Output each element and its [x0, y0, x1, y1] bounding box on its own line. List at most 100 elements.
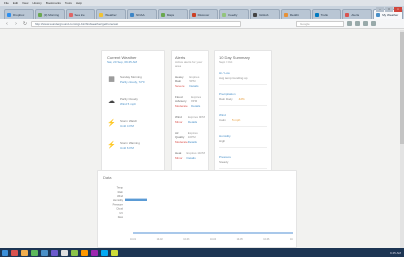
alert-name: Air Quality: [175, 131, 185, 139]
menu-item-help[interactable]: Help: [76, 1, 82, 5]
menu-item-tools[interactable]: Tools: [65, 1, 72, 5]
weather-row[interactable]: ⚡ Storm Warning Until 6 PM: [107, 138, 159, 152]
taskbar-app-icon[interactable]: [51, 249, 58, 256]
alert-name: Flood Advisory: [175, 95, 187, 103]
summary-item[interactable]: Wind Calm 5 mph: [219, 113, 267, 127]
taskbar-app-icon[interactable]: [81, 249, 88, 256]
start-button[interactable]: [2, 249, 8, 256]
data-chart: TempRainWindHumidityPressureCloudUVDew 10…: [113, 186, 297, 241]
taskbar-app-icon[interactable]: [111, 249, 118, 256]
summary-label: Pressure: [219, 155, 232, 159]
summary-value-text: High: [219, 139, 226, 143]
browser-tab[interactable]: Alerts: [342, 9, 373, 19]
browser-tab[interactable]: Sea Ice: [65, 9, 96, 19]
tab-label: Sea Ice: [74, 12, 85, 17]
download-icon[interactable]: [355, 21, 360, 26]
chart-x-tick: 10-04: [210, 238, 217, 241]
browser-tab[interactable]: Reddit: [280, 9, 311, 19]
taskbar-app-icon[interactable]: [41, 249, 48, 256]
alert-details-link[interactable]: Details: [188, 120, 205, 124]
alert-severity: Moderate: [175, 104, 188, 108]
weather-row-title: Storm Warning: [120, 140, 140, 145]
weather-row-detail: Until 6 PM: [120, 145, 134, 150]
reload-icon[interactable]: ↻: [22, 21, 28, 27]
maximize-icon[interactable]: □: [385, 7, 393, 12]
data-chart-card: Data Temp Rain Wind Humidity Pressure Cloud UV…: [97, 170, 297, 248]
scrollbar-thumb[interactable]: [400, 32, 404, 144]
weather-row[interactable]: ☁ Partly Cloudy Wind 5 mph: [107, 94, 159, 108]
alert-details-link[interactable]: Details: [187, 156, 205, 160]
chart-category-label: Temp: [117, 186, 124, 190]
alert-row[interactable]: Wind Minor Expires 9PM Details: [175, 115, 205, 124]
taskbar-app-icon[interactable]: [21, 249, 28, 256]
alert-details-link[interactable]: Details: [188, 140, 205, 144]
clock: 9:45 AM: [389, 250, 401, 255]
close-icon[interactable]: ×: [394, 7, 402, 12]
summary-item[interactable]: Pressure Steady: [219, 155, 267, 169]
system-tray: 9:45 AM: [390, 251, 401, 255]
summary-item[interactable]: Precipitation Rain likely 42%: [219, 92, 267, 106]
alert-row[interactable]: Heavy Rain Severe Expires 5PM Details: [175, 75, 205, 88]
forward-icon[interactable]: ›: [13, 21, 19, 27]
menu-icon[interactable]: [371, 21, 376, 26]
weather-row-title: Storm Watch: [120, 118, 138, 123]
browser-tab[interactable]: Trello: [311, 9, 342, 19]
home-icon[interactable]: [363, 21, 368, 26]
tab-favicon-icon: [7, 12, 11, 17]
menu-item-view[interactable]: View: [22, 1, 28, 5]
browser-tab[interactable]: NOAA: [127, 9, 157, 19]
minimize-icon[interactable]: –: [376, 7, 384, 12]
tab-label: Reddit: [289, 12, 299, 17]
alert-details-link[interactable]: Details: [189, 84, 205, 88]
browser-tab[interactable]: Discover: [188, 9, 219, 19]
alert-right: Expires 11PM Details: [187, 151, 205, 160]
summary-extra: 42%: [238, 97, 245, 101]
menu-item-file[interactable]: File: [4, 1, 9, 5]
bookmark-icon[interactable]: [347, 21, 352, 26]
tab-label: Weather: [105, 12, 117, 17]
alert-right: Expires 5PM Details: [189, 75, 205, 88]
summary-item[interactable]: Hi / Low Avg temp trending up: [219, 71, 267, 85]
alert-status: Expires 5PM: [189, 75, 200, 83]
weather-row-text: Sunday Morning Partly cloudy, 72°F: [120, 75, 145, 84]
browser-tab[interactable]: Dropbox: [4, 9, 34, 19]
lightning-icon: ⚡: [107, 120, 116, 127]
menu-item-edit[interactable]: Edit: [13, 1, 18, 5]
alert-row[interactable]: Heat Minor Expires 11PM Details: [175, 151, 205, 160]
taskbar-app-icon[interactable]: [71, 249, 78, 256]
taskbar-app-icon[interactable]: [31, 249, 38, 256]
alert-row[interactable]: Flood Advisory Moderate Expires 8PM Details: [175, 95, 205, 108]
weather-row[interactable]: ▦ Sunday Morning Partly cloudy, 72°F: [107, 72, 159, 86]
scrollbar[interactable]: [400, 30, 404, 248]
alert-row[interactable]: Air Quality Moderate Expires 10PM Details: [175, 131, 205, 144]
menu-item-history[interactable]: History: [32, 1, 41, 5]
summary-value: Steady: [219, 160, 267, 164]
taskbar-app-icon[interactable]: [11, 249, 18, 256]
tab-favicon-icon: [345, 12, 350, 17]
taskbar-app-icon[interactable]: [61, 249, 68, 256]
tab-label: GitHub: [259, 12, 269, 17]
summary-item[interactable]: Humidity High: [219, 134, 267, 148]
browser-tab[interactable]: Feedly: [219, 9, 250, 19]
browser-tab[interactable]: GitHub: [250, 9, 280, 19]
menu-item-bookmarks[interactable]: Bookmarks: [46, 1, 61, 5]
cloud-icon: ☁: [108, 98, 115, 105]
summary-value: Rain likely 42%: [219, 97, 267, 101]
back-icon[interactable]: ‹: [4, 21, 10, 27]
weather-row-text: Storm Watch Until 4 PM: [120, 119, 137, 128]
taskbar-app-icon[interactable]: [101, 249, 108, 256]
browser-tab[interactable]: Weather: [96, 9, 127, 19]
alerts-card: Alerts Active alerts for your area Heavy…: [171, 50, 209, 186]
alert-status: Expires 8PM: [191, 95, 202, 103]
browser-tab[interactable]: Maps: [157, 9, 188, 19]
url-field[interactable]: http://www.wunderground.com/cgi-bin/find…: [31, 20, 241, 27]
browser-tab[interactable]: (3) Morning: [34, 9, 65, 19]
taskbar-app-icon[interactable]: [91, 249, 98, 256]
summary-label: Precipitation: [219, 92, 236, 96]
weather-subtitle: Sat, 20 Sep, 09:45 AM: [107, 60, 138, 64]
chart-x-tick: 10-06: [263, 238, 270, 241]
alert-details-link[interactable]: Details: [191, 104, 205, 108]
tab-favicon-icon: [99, 12, 104, 17]
search-input[interactable]: Google: [296, 20, 344, 27]
weather-row[interactable]: ⚡ Storm Watch Until 4 PM: [107, 116, 159, 130]
